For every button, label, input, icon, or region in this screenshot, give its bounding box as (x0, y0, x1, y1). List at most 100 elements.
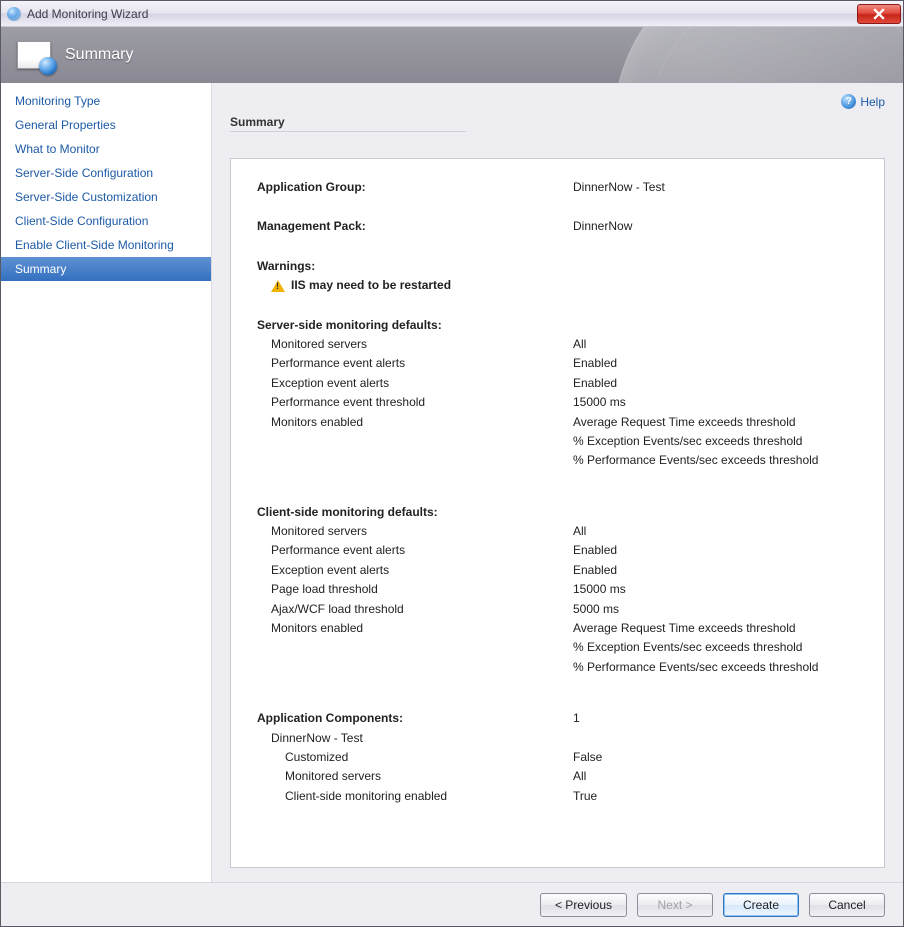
summary-row-label: Page load threshold (257, 581, 573, 598)
summary-row-value: All (573, 768, 858, 785)
summary-row-label: Client-side monitoring enabled (257, 788, 573, 805)
main-content: ? Help Summary Application Group: Dinner… (212, 83, 903, 882)
summary-page-icon (17, 41, 51, 69)
summary-row: Monitors enabledAverage Request Time exc… (257, 620, 858, 637)
summary-row: Ajax/WCF load threshold5000 ms (257, 601, 858, 618)
summary-row-value: Enabled (573, 375, 858, 392)
summary-row-value: False (573, 749, 858, 766)
summary-row: Monitored serversAll (257, 523, 858, 540)
summary-row-value: All (573, 523, 858, 540)
wizard-footer: < Previous Next > Create Cancel (1, 882, 903, 926)
summary-row: Monitored serversAll (257, 336, 858, 353)
summary-row-label: Exception event alerts (257, 562, 573, 579)
row-application-group: Application Group: DinnerNow - Test (257, 179, 858, 196)
value-components-count: 1 (573, 710, 858, 727)
summary-row-label (257, 452, 573, 469)
summary-row: Exception event alertsEnabled (257, 562, 858, 579)
summary-row-label: Monitored servers (257, 336, 573, 353)
summary-row-value: % Exception Events/sec exceeds threshold (573, 433, 858, 450)
step-summary[interactable]: Summary (1, 257, 211, 281)
previous-button[interactable]: < Previous (540, 893, 627, 917)
summary-row-value: All (573, 336, 858, 353)
create-button[interactable]: Create (723, 893, 799, 917)
heading-client-defaults: Client-side monitoring defaults: (257, 504, 858, 521)
summary-row-label: Customized (257, 749, 573, 766)
heading-components: Application Components: 1 (257, 710, 858, 727)
summary-row-value: % Performance Events/sec exceeds thresho… (573, 452, 858, 469)
cancel-button[interactable]: Cancel (809, 893, 885, 917)
summary-row-value: Enabled (573, 355, 858, 372)
titlebar: Add Monitoring Wizard (1, 1, 903, 27)
label-application-group: Application Group: (257, 179, 573, 196)
summary-row-value: 15000 ms (573, 394, 858, 411)
summary-row: % Exception Events/sec exceeds threshold (257, 639, 858, 656)
window-title: Add Monitoring Wizard (27, 7, 857, 21)
summary-panel: Application Group: DinnerNow - Test Mana… (230, 158, 885, 868)
summary-row: Page load threshold15000 ms (257, 581, 858, 598)
summary-row-label: Ajax/WCF load threshold (257, 601, 573, 618)
step-server-side-configuration[interactable]: Server-Side Configuration (1, 161, 211, 185)
label-warnings: Warnings: (257, 258, 573, 275)
summary-row-label: Performance event alerts (257, 355, 573, 372)
label-management-pack: Management Pack: (257, 218, 573, 235)
summary-row: Performance event alertsEnabled (257, 355, 858, 372)
banner: Summary (1, 27, 903, 83)
warning-icon (271, 280, 285, 292)
step-server-side-customization[interactable]: Server-Side Customization (1, 185, 211, 209)
summary-row: Monitored serversAll (257, 768, 858, 785)
summary-row-value: % Performance Events/sec exceeds thresho… (573, 659, 858, 676)
summary-row-label: Monitors enabled (257, 414, 573, 431)
summary-row-value: 15000 ms (573, 581, 858, 598)
summary-row-label (257, 433, 573, 450)
help-icon: ? (841, 94, 856, 109)
summary-row-label (257, 659, 573, 676)
summary-row: % Exception Events/sec exceeds threshold (257, 433, 858, 450)
step-what-to-monitor[interactable]: What to Monitor (1, 137, 211, 161)
summary-row-value: 5000 ms (573, 601, 858, 618)
summary-row: % Performance Events/sec exceeds thresho… (257, 659, 858, 676)
summary-row: Monitors enabledAverage Request Time exc… (257, 414, 858, 431)
summary-row-label: Performance event alerts (257, 542, 573, 559)
summary-row-value: Average Request Time exceeds threshold (573, 414, 858, 431)
component-name-row: DinnerNow - Test (257, 730, 858, 747)
summary-row: % Performance Events/sec exceeds thresho… (257, 452, 858, 469)
summary-row-value: Average Request Time exceeds threshold (573, 620, 858, 637)
value-management-pack: DinnerNow (573, 218, 858, 235)
summary-row-label: Exception event alerts (257, 375, 573, 392)
step-client-side-configuration[interactable]: Client-Side Configuration (1, 209, 211, 233)
app-icon (7, 7, 21, 21)
next-button[interactable]: Next > (637, 893, 713, 917)
component-name: DinnerNow - Test (257, 730, 573, 747)
summary-row-value: % Exception Events/sec exceeds threshold (573, 639, 858, 656)
globe-decor-icon (613, 27, 903, 83)
summary-row: Performance event threshold15000 ms (257, 394, 858, 411)
summary-row: CustomizedFalse (257, 749, 858, 766)
summary-row-label: Performance event threshold (257, 394, 573, 411)
heading-server-defaults: Server-side monitoring defaults: (257, 317, 858, 334)
row-warning-line: IIS may need to be restarted (257, 277, 858, 294)
summary-row-value: Enabled (573, 562, 858, 579)
page-subtitle: Summary (230, 115, 466, 132)
value-application-group: DinnerNow - Test (573, 179, 858, 196)
summary-row-label: Monitors enabled (257, 620, 573, 637)
summary-row: Performance event alertsEnabled (257, 542, 858, 559)
step-monitoring-type[interactable]: Monitoring Type (1, 89, 211, 113)
close-icon (873, 8, 885, 20)
summary-row: Client-side monitoring enabledTrue (257, 788, 858, 805)
summary-row: Exception event alertsEnabled (257, 375, 858, 392)
row-management-pack: Management Pack: DinnerNow (257, 218, 858, 235)
summary-row-label: Monitored servers (257, 768, 573, 785)
close-button[interactable] (857, 4, 901, 24)
summary-row-label (257, 639, 573, 656)
step-enable-client-side-monitoring[interactable]: Enable Client-Side Monitoring (1, 233, 211, 257)
row-warnings: Warnings: (257, 258, 858, 275)
help-link[interactable]: ? Help (841, 94, 885, 109)
help-link-label: Help (860, 95, 885, 109)
summary-row-label: Monitored servers (257, 523, 573, 540)
summary-row-value: True (573, 788, 858, 805)
summary-row-value: Enabled (573, 542, 858, 559)
warning-text: IIS may need to be restarted (291, 277, 451, 294)
wizard-steps-sidebar: Monitoring Type General Properties What … (1, 83, 212, 882)
banner-title: Summary (65, 46, 133, 64)
step-general-properties[interactable]: General Properties (1, 113, 211, 137)
